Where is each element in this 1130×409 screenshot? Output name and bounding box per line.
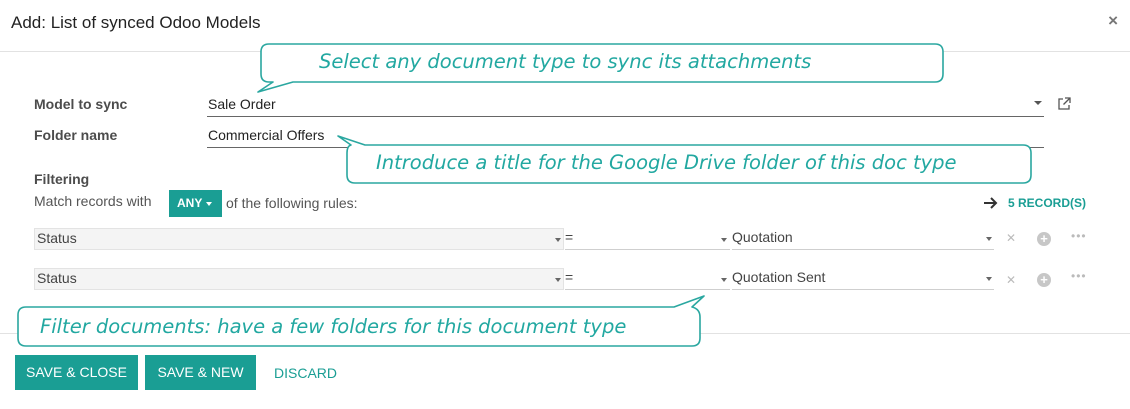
arrow-right-icon bbox=[984, 197, 998, 209]
add-rule-icon[interactable]: + bbox=[1037, 273, 1051, 287]
rule-value-select[interactable]: Quotation Sent bbox=[732, 268, 994, 290]
rule-operator-select[interactable]: = bbox=[565, 228, 730, 250]
save-close-button[interactable]: SAVE & CLOSE bbox=[15, 355, 138, 390]
callout-model-tip: Select any document type to sync its att… bbox=[319, 50, 812, 73]
chevron-down-icon bbox=[555, 238, 561, 242]
match-suffix-text: of the following rules: bbox=[226, 195, 358, 211]
delete-rule-icon[interactable]: ✕ bbox=[1006, 273, 1016, 287]
rule-field-value: Status bbox=[37, 230, 77, 246]
more-options-icon[interactable]: ••• bbox=[1071, 229, 1087, 243]
rule-value-select[interactable]: Quotation bbox=[732, 228, 994, 250]
chevron-down-icon bbox=[1034, 101, 1042, 105]
dialog-title: Add: List of synced Odoo Models bbox=[11, 13, 261, 32]
record-count-link[interactable]: 5 RECORD(S) bbox=[1008, 196, 1086, 210]
rule-operator-value: = bbox=[565, 269, 574, 285]
save-new-button[interactable]: SAVE & NEW bbox=[145, 355, 256, 390]
match-mode-label: ANY bbox=[177, 196, 203, 210]
filtering-label: Filtering bbox=[34, 171, 90, 187]
rule-operator-select[interactable]: = bbox=[565, 268, 730, 290]
discard-button[interactable]: DISCARD bbox=[274, 365, 337, 381]
match-mode-dropdown[interactable]: ANY bbox=[169, 190, 222, 217]
rule-value: Quotation bbox=[732, 229, 793, 245]
rule-field-value: Status bbox=[37, 270, 77, 286]
delete-rule-icon[interactable]: ✕ bbox=[1006, 231, 1016, 245]
more-options-icon[interactable]: ••• bbox=[1071, 269, 1087, 283]
model-to-sync-label: Model to sync bbox=[34, 96, 128, 112]
folder-name-value: Commercial Offers bbox=[208, 127, 325, 143]
add-rule-icon[interactable]: + bbox=[1037, 232, 1051, 246]
close-icon[interactable]: × bbox=[1108, 11, 1118, 31]
chevron-down-icon bbox=[986, 277, 992, 281]
chevron-down-icon bbox=[721, 238, 727, 242]
chevron-down-icon bbox=[986, 237, 992, 241]
rule-field-select[interactable]: Status bbox=[34, 228, 564, 250]
external-link-icon[interactable] bbox=[1056, 96, 1072, 112]
rule-operator-value: = bbox=[565, 229, 574, 245]
callout-filter-tip: Filter documents: have a few folders for… bbox=[40, 315, 627, 338]
model-to-sync-select[interactable]: Sale Order bbox=[207, 93, 1044, 117]
rule-field-select[interactable]: Status bbox=[34, 268, 564, 290]
chevron-down-icon bbox=[721, 278, 727, 282]
rule-value: Quotation Sent bbox=[732, 269, 826, 285]
caret-down-icon bbox=[206, 201, 213, 206]
folder-name-label: Folder name bbox=[34, 127, 118, 143]
model-to-sync-value: Sale Order bbox=[208, 96, 276, 112]
match-prefix-text: Match records with bbox=[34, 193, 152, 209]
callout-folder-tip: Introduce a title for the Google Drive f… bbox=[376, 151, 957, 174]
chevron-down-icon bbox=[555, 278, 561, 282]
